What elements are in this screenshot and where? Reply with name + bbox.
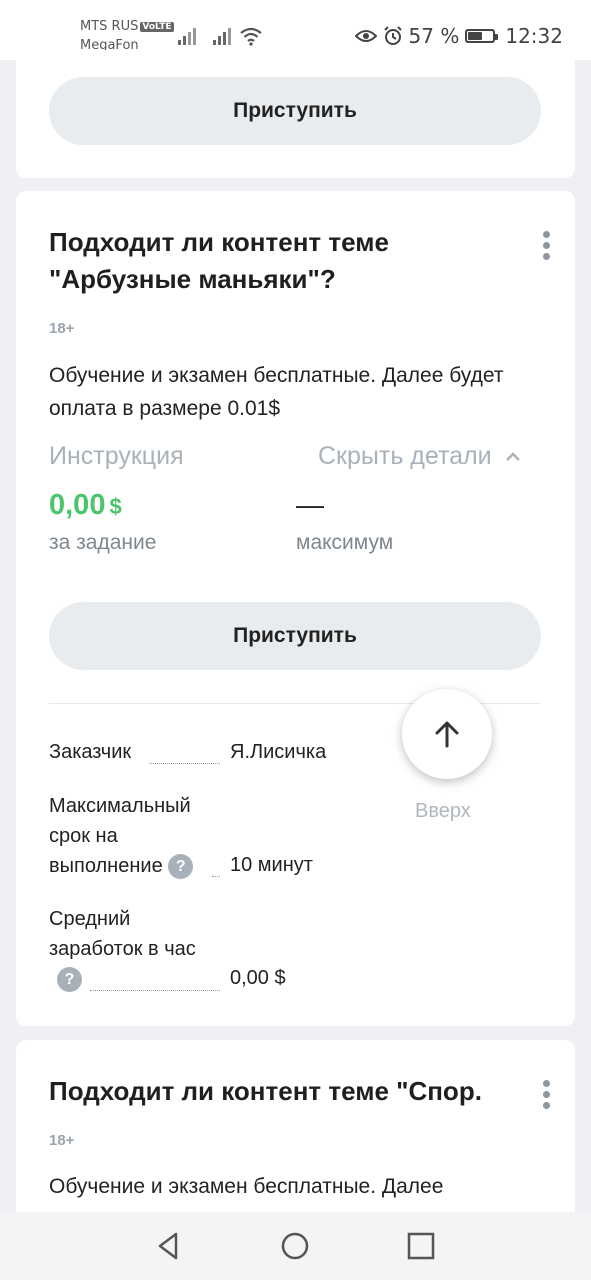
dotted-leader bbox=[90, 990, 220, 991]
earnings-label: Средний заработок в час bbox=[49, 908, 196, 960]
status-right: 57 % 12:32 bbox=[349, 24, 563, 48]
chevron-up-icon bbox=[505, 452, 520, 462]
start-button[interactable]: Приступить bbox=[49, 602, 541, 670]
price-caption: за задание bbox=[49, 531, 157, 554]
battery-icon bbox=[465, 29, 499, 43]
back-icon[interactable] bbox=[154, 1231, 184, 1261]
scroll-top-label[interactable]: Вверх bbox=[415, 800, 471, 823]
scroll-top-button[interactable] bbox=[402, 689, 492, 779]
dotted-leader bbox=[149, 763, 220, 764]
instruction-link[interactable]: Инструкция bbox=[49, 442, 184, 471]
more-menu-icon[interactable] bbox=[543, 1080, 551, 1113]
dotted-leader bbox=[212, 876, 220, 877]
task-description: Обучение и экзамен бесплатные. Далее bbox=[49, 1175, 444, 1198]
signal-icon bbox=[178, 28, 196, 45]
wifi-icon bbox=[240, 27, 262, 46]
hide-details-label: Скрыть детали bbox=[318, 442, 492, 470]
start-button[interactable]: Приступить bbox=[49, 77, 541, 145]
task-card: Подходит ли контент теме "Арбузные манья… bbox=[16, 191, 575, 1026]
arrow-up-icon bbox=[435, 721, 459, 748]
carrier-primary: MTS RUS VoLTE bbox=[80, 19, 174, 34]
task-card-previous: Приступить bbox=[16, 50, 575, 178]
battery-fill bbox=[468, 32, 483, 40]
earnings-value: 0,00 $ bbox=[230, 967, 286, 989]
task-price: 0,00 $ bbox=[49, 489, 122, 522]
home-icon[interactable] bbox=[280, 1231, 310, 1261]
age-rating-badge: 18+ bbox=[49, 1132, 75, 1149]
task-title[interactable]: Подходит ли контент теме "Спор. bbox=[49, 1073, 529, 1110]
recents-icon[interactable] bbox=[406, 1231, 436, 1261]
age-rating-badge: 18+ bbox=[49, 320, 75, 337]
deadline-label: Максимальный срок на выполнение ? bbox=[49, 791, 229, 881]
signal-icon bbox=[213, 28, 231, 45]
clock: 12:32 bbox=[505, 24, 563, 48]
hide-details-link[interactable]: Скрыть детали bbox=[318, 442, 521, 471]
deadline-value: 10 минут bbox=[230, 854, 313, 876]
task-title[interactable]: Подходит ли контент теме "Арбузные манья… bbox=[49, 224, 489, 298]
price-currency: $ bbox=[109, 494, 122, 519]
more-menu-icon[interactable] bbox=[543, 231, 551, 264]
max-value: — bbox=[296, 489, 324, 520]
price-value: 0,00 bbox=[49, 489, 106, 521]
help-icon[interactable]: ? bbox=[168, 854, 194, 880]
customer-value[interactable]: Я.Лисичка bbox=[230, 741, 326, 764]
task-description: Обучение и экзамен бесплатные. Далее буд… bbox=[49, 364, 504, 420]
system-nav-bar bbox=[0, 1212, 591, 1280]
volte-badge: VoLTE bbox=[140, 22, 174, 32]
eye-icon bbox=[354, 30, 377, 42]
alarm-icon bbox=[383, 26, 402, 45]
max-caption: максимум bbox=[296, 531, 394, 554]
battery-percent: 57 % bbox=[408, 24, 460, 48]
help-icon[interactable]: ? bbox=[57, 967, 82, 992]
